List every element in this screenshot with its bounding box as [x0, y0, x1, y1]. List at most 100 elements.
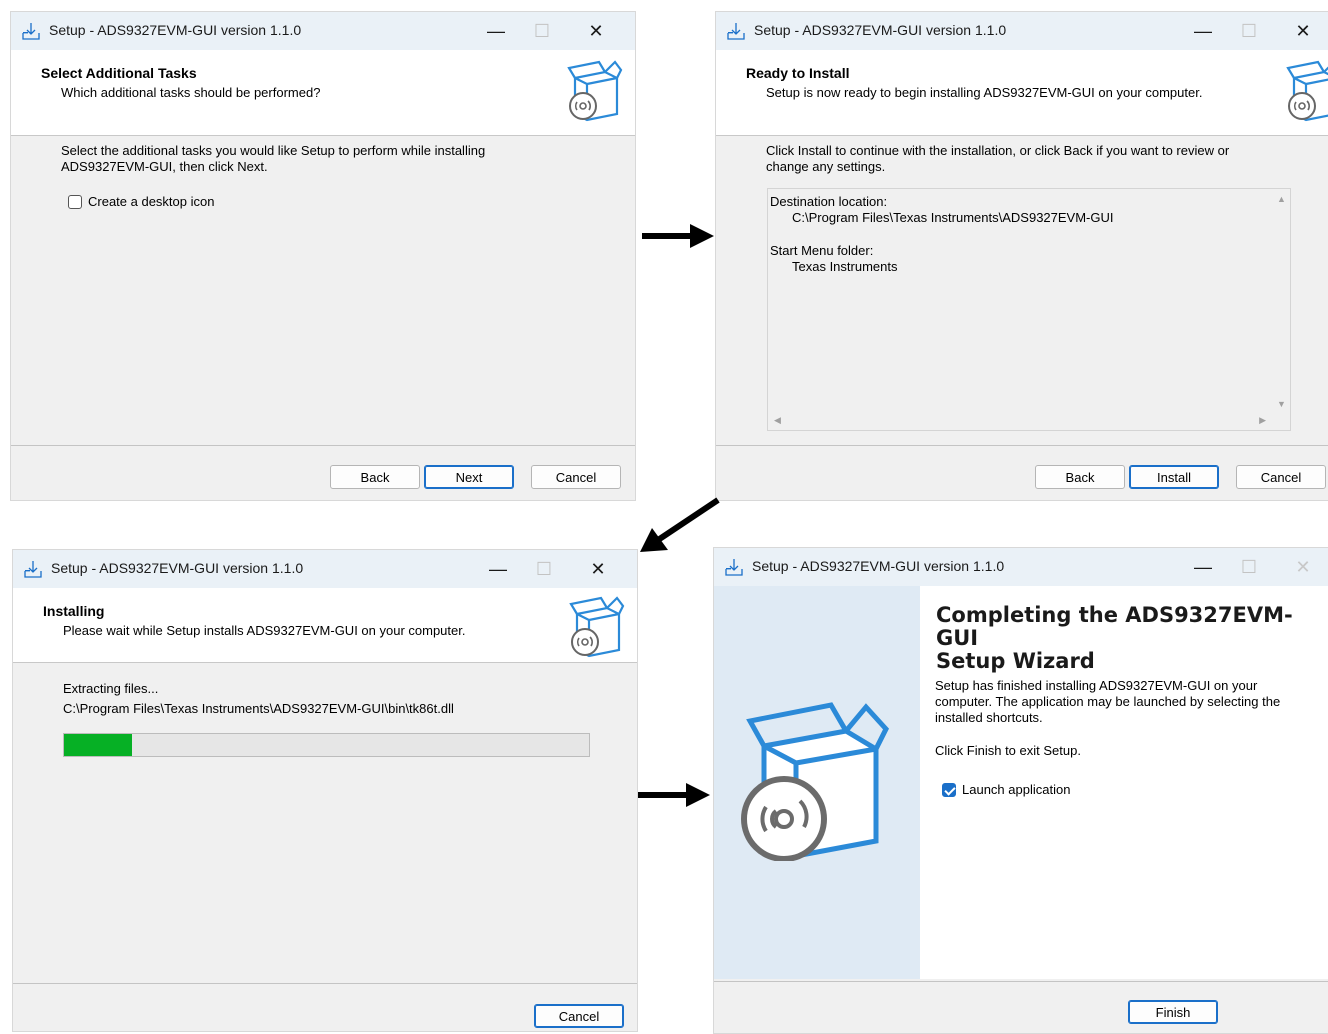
box-with-cd-icon	[569, 596, 625, 658]
wizard-header: Installing Please wait while Setup insta…	[13, 588, 637, 663]
desktop-icon-checkbox-label[interactable]: Create a desktop icon	[88, 194, 214, 210]
memo-content: Destination location: C:\Program Files\T…	[770, 194, 1114, 275]
maximize-button[interactable]: ☐	[519, 12, 565, 50]
box-with-cd-icon	[567, 60, 623, 122]
next-button[interactable]: Next	[424, 465, 514, 489]
download-tray-icon	[725, 559, 743, 576]
window-title: Setup - ADS9327EVM-GUI version 1.1.0	[754, 22, 1007, 38]
desktop-icon-checkbox[interactable]	[68, 195, 82, 209]
download-tray-icon	[24, 561, 42, 578]
black-arrow-icon	[642, 224, 714, 248]
vertical-scrollbar[interactable]: ▲ ▼	[1272, 189, 1290, 412]
window-title: Setup - ADS9327EVM-GUI version 1.1.0	[49, 22, 302, 38]
title-line: Completing the ADS9327EVM-GUI	[936, 603, 1293, 650]
window-title: Setup - ADS9327EVM-GUI version 1.1.0	[51, 560, 304, 576]
install-button[interactable]: Install	[1129, 465, 1219, 489]
back-button[interactable]: Back	[1035, 465, 1125, 489]
completion-title: Completing the ADS9327EVM-GUI Setup Wiza…	[936, 604, 1328, 673]
intro-text: Select the additional tasks you would li…	[61, 143, 485, 175]
maximize-icon: ☐	[533, 20, 551, 41]
intro-text: Click Install to continue with the insta…	[766, 143, 1229, 175]
progress-fill	[64, 734, 133, 756]
page-heading: Installing	[43, 603, 105, 619]
page-subheading: Which additional tasks should be perform…	[61, 85, 321, 100]
maximize-icon: ☐	[535, 558, 553, 579]
intro-line: Click Install to continue with the insta…	[766, 143, 1230, 158]
title-bar[interactable]: Setup - ADS9327EVM-GUI version 1.1.0 — ☐…	[11, 12, 635, 50]
minimize-icon: —	[487, 20, 505, 41]
close-icon: ✕	[1295, 20, 1311, 41]
close-button[interactable]: ✕	[573, 12, 619, 50]
title-bar[interactable]: Setup - ADS9327EVM-GUI version 1.1.0 — ☐…	[714, 548, 1328, 586]
download-tray-icon	[727, 23, 745, 40]
wizard-side-panel	[714, 586, 920, 979]
box-with-cd-icon	[741, 702, 890, 861]
maximize-icon: ☐	[1240, 20, 1258, 41]
start-menu-value: Texas Instruments	[792, 259, 898, 274]
maximize-button[interactable]: ☐	[1226, 548, 1272, 586]
close-icon: ✕	[588, 20, 604, 41]
scroll-down-icon[interactable]: ▼	[1277, 399, 1286, 409]
title-bar[interactable]: Setup - ADS9327EVM-GUI version 1.1.0 — ☐…	[13, 550, 637, 588]
scroll-left-icon[interactable]: ◀	[774, 415, 781, 426]
destination-label: Destination location:	[770, 194, 888, 209]
close-icon: ✕	[1295, 556, 1311, 577]
wizard-header: Ready to Install Setup is now ready to b…	[716, 50, 1328, 136]
destination-value: C:\Program Files\Texas Instruments\ADS93…	[792, 210, 1114, 225]
page-subheading: Setup is now ready to begin installing A…	[766, 85, 1203, 100]
close-button[interactable]: ✕	[575, 550, 621, 588]
close-icon: ✕	[590, 558, 606, 579]
text-line: Setup has finished installing ADS9327EVM…	[935, 678, 1258, 693]
cancel-button[interactable]: Cancel	[531, 465, 621, 489]
scroll-right-icon[interactable]: ▶	[1259, 415, 1266, 426]
minimize-icon: —	[1194, 556, 1212, 577]
black-arrow-icon	[640, 497, 720, 552]
page-heading: Select Additional Tasks	[41, 65, 197, 81]
cancel-button[interactable]: Cancel	[1236, 465, 1326, 489]
intro-line: ADS9327EVM-GUI, then click Next.	[61, 159, 268, 174]
divider	[11, 445, 635, 446]
scroll-up-icon[interactable]: ▲	[1277, 194, 1286, 204]
text-line: installed shortcuts.	[935, 710, 1043, 725]
text-line: computer. The application may be launche…	[935, 694, 1281, 709]
minimize-button[interactable]: —	[473, 12, 519, 50]
divider	[13, 983, 637, 984]
setup-window-installing: Setup - ADS9327EVM-GUI version 1.1.0 — ☐…	[12, 549, 638, 1032]
setup-window-select-tasks: Setup - ADS9327EVM-GUI version 1.1.0 — ☐…	[10, 11, 636, 501]
window-title: Setup - ADS9327EVM-GUI version 1.1.0	[752, 558, 1005, 574]
maximize-button[interactable]: ☐	[521, 550, 567, 588]
status-text: Extracting files...	[63, 681, 159, 696]
start-menu-label: Start Menu folder:	[770, 243, 874, 258]
title-line: Setup Wizard	[936, 649, 1095, 673]
back-button[interactable]: Back	[330, 465, 420, 489]
page-subheading: Please wait while Setup installs ADS9327…	[63, 623, 466, 638]
close-button[interactable]: ✕	[1280, 548, 1326, 586]
page-heading: Ready to Install	[746, 65, 850, 81]
minimize-button[interactable]: —	[1180, 548, 1226, 586]
exit-text: Click Finish to exit Setup.	[935, 743, 1081, 758]
title-bar[interactable]: Setup - ADS9327EVM-GUI version 1.1.0 — ☐…	[716, 12, 1328, 50]
download-tray-icon	[22, 23, 40, 40]
launch-application-label[interactable]: Launch application	[962, 782, 1070, 798]
maximize-icon: ☐	[1240, 556, 1258, 577]
divider	[716, 445, 1328, 446]
cancel-button[interactable]: Cancel	[534, 1004, 624, 1028]
intro-line: Select the additional tasks you would li…	[61, 143, 486, 158]
finish-button[interactable]: Finish	[1128, 1000, 1218, 1024]
install-progress-bar	[63, 733, 590, 757]
launch-application-checkbox[interactable]	[942, 783, 956, 797]
divider	[714, 981, 1328, 982]
minimize-icon: —	[489, 558, 507, 579]
summary-memo[interactable]: Destination location: C:\Program Files\T…	[767, 188, 1291, 431]
intro-line: change any settings.	[766, 159, 886, 174]
minimize-button[interactable]: —	[1180, 12, 1226, 50]
maximize-button[interactable]: ☐	[1226, 12, 1272, 50]
minimize-button[interactable]: —	[475, 550, 521, 588]
wizard-header: Select Additional Tasks Which additional…	[11, 50, 635, 136]
box-with-cd-icon	[1286, 60, 1328, 122]
horizontal-scrollbar[interactable]: ◀ ▶	[768, 412, 1272, 430]
black-arrow-icon	[638, 783, 710, 807]
close-button[interactable]: ✕	[1280, 12, 1326, 50]
setup-window-ready-to-install: Setup - ADS9327EVM-GUI version 1.1.0 — ☐…	[715, 11, 1328, 501]
current-file-path: C:\Program Files\Texas Instruments\ADS93…	[63, 701, 454, 716]
